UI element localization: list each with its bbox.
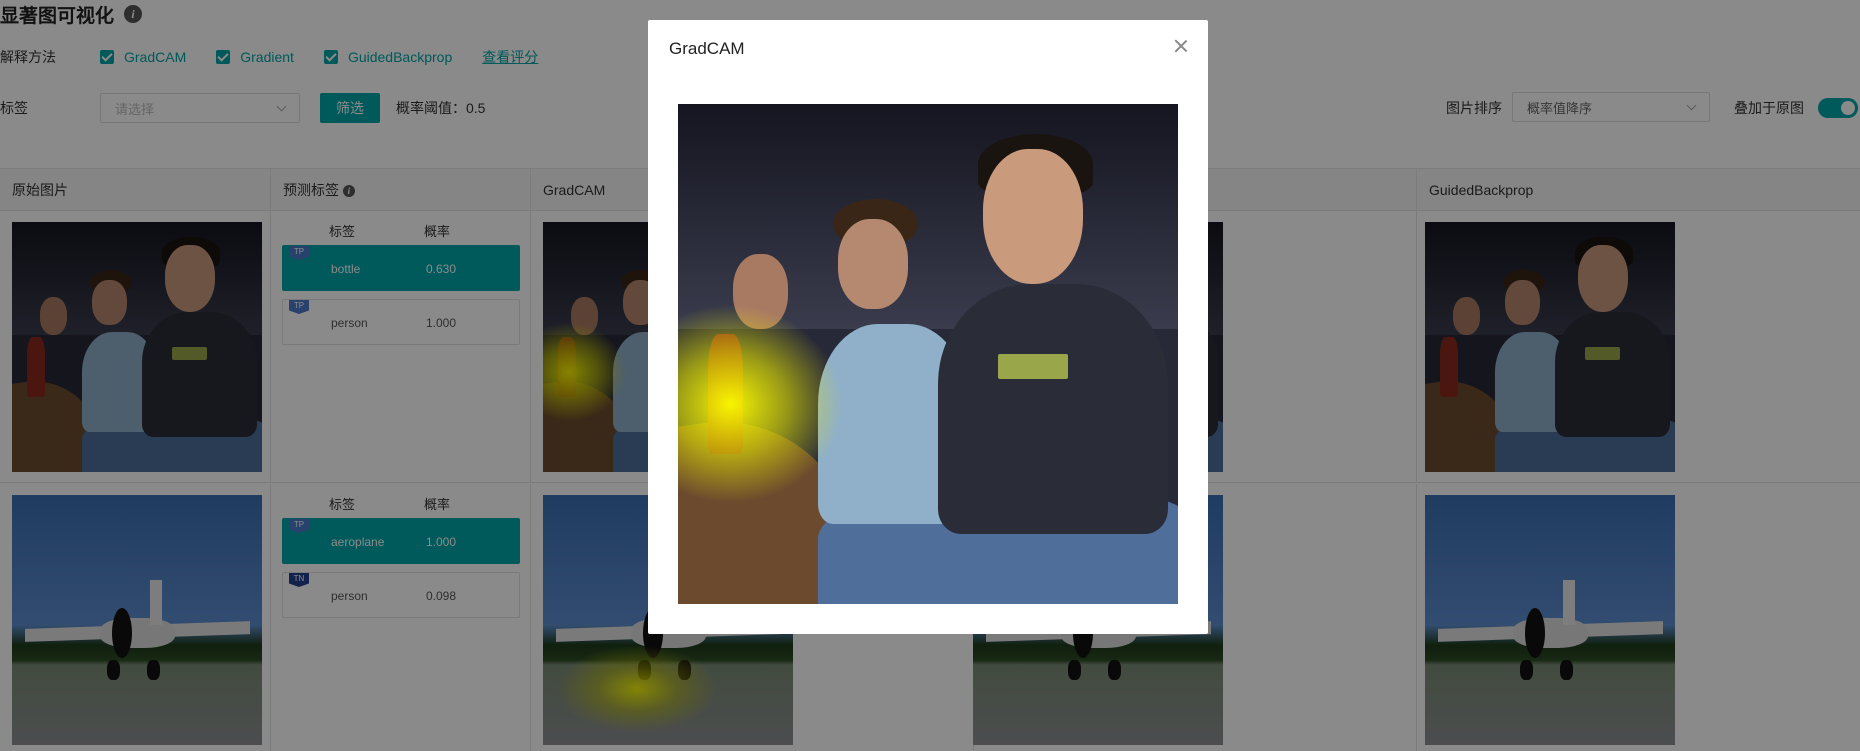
modal-gradcam-image — [678, 104, 1178, 604]
close-icon[interactable] — [1173, 38, 1189, 54]
modal-title: GradCAM — [669, 39, 745, 58]
gradcam-modal: GradCAM — [648, 20, 1208, 634]
